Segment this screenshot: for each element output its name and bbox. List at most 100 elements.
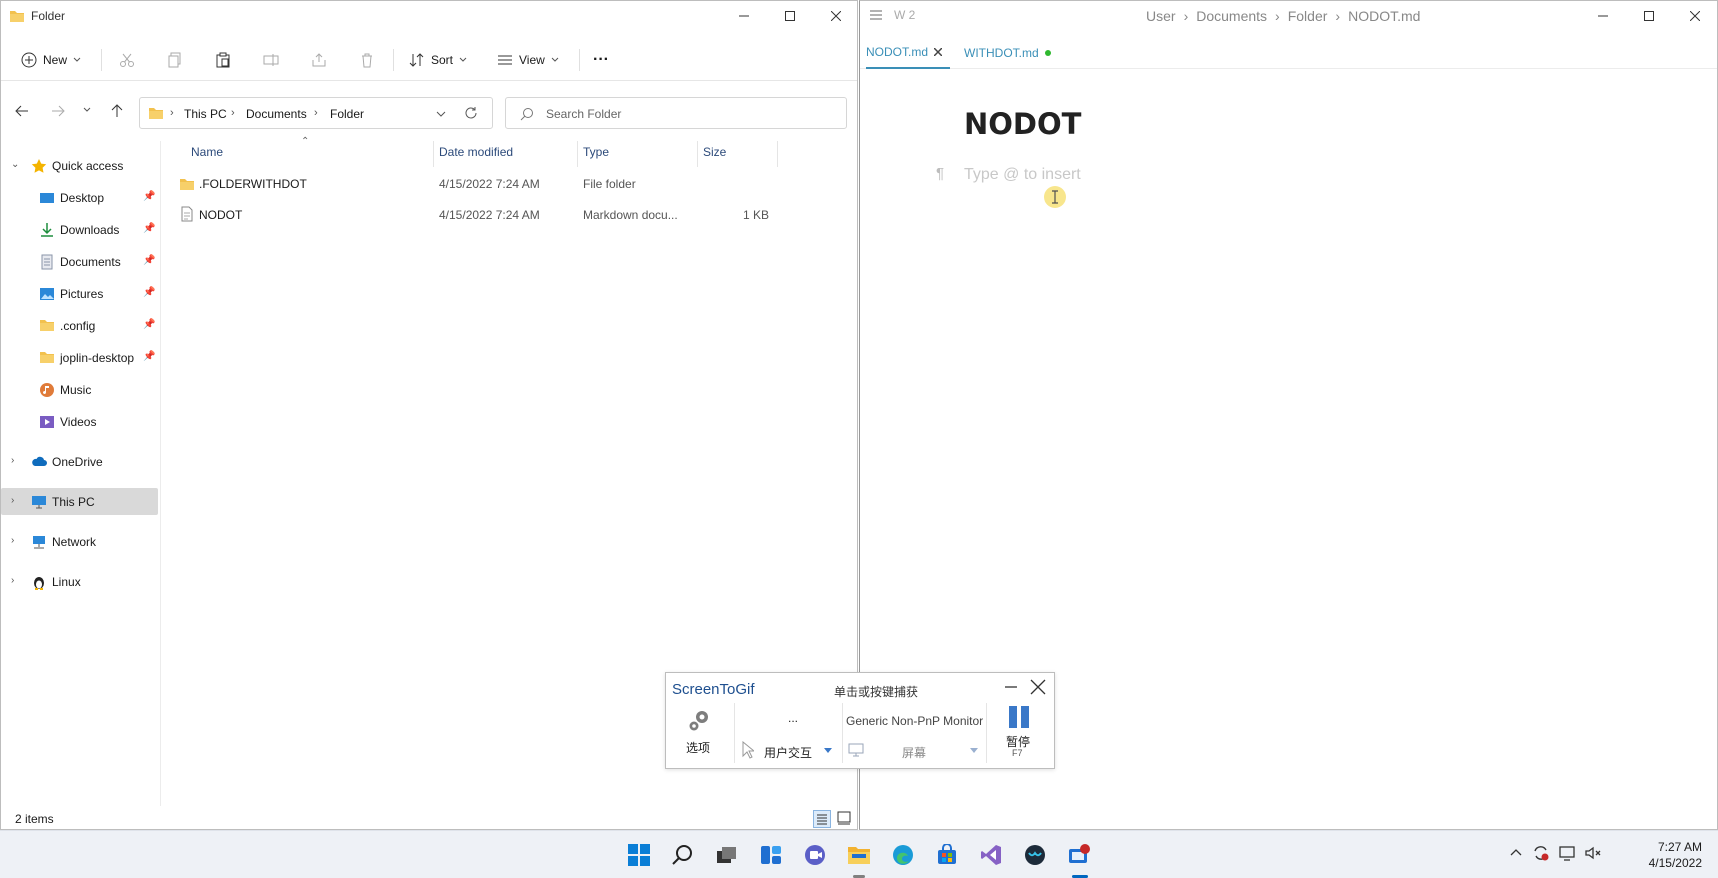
chevron-right-icon[interactable]: › xyxy=(11,495,14,506)
nav-network[interactable]: › Network xyxy=(1,528,158,555)
visual-studio-button[interactable] xyxy=(975,839,1007,871)
nav-documents[interactable]: Documents 📌 xyxy=(1,248,158,275)
breadcrumb-separator: › xyxy=(1183,8,1189,24)
chevron-down-icon[interactable]: ⌄ xyxy=(11,159,19,170)
column-header-type[interactable]: Type xyxy=(583,145,609,159)
paste-button[interactable] xyxy=(215,47,231,73)
table-row[interactable]: .FOLDERWITHDOT 4/15/2022 7:24 AM File fo… xyxy=(171,169,791,199)
close-button[interactable] xyxy=(1672,1,1718,31)
capture-mode-select[interactable]: 用户交互 xyxy=(764,744,812,761)
nav-videos[interactable]: Videos xyxy=(1,408,158,435)
file-name: NODOT xyxy=(199,208,243,222)
breadcrumb-item[interactable]: NODOT.md xyxy=(1348,8,1420,24)
close-tab-icon[interactable] xyxy=(934,48,943,56)
search-input[interactable]: Search Folder xyxy=(546,107,621,121)
file-explorer-taskbar-button[interactable] xyxy=(843,839,875,871)
chevron-down-icon[interactable] xyxy=(970,748,978,754)
pause-button[interactable]: 暂停 F7 xyxy=(998,705,1040,765)
column-header-size[interactable]: Size xyxy=(703,145,726,159)
arrow-up-icon xyxy=(111,104,123,117)
table-row[interactable]: NODOT 4/15/2022 7:24 AM Markdown docu...… xyxy=(171,200,791,230)
chevron-right-icon[interactable]: › xyxy=(11,575,14,586)
volume-muted-icon[interactable] xyxy=(1584,844,1602,862)
refresh-button[interactable] xyxy=(464,106,478,120)
taskbar-clock[interactable]: 7:27 AM 4/15/2022 xyxy=(1610,839,1702,871)
copy-button[interactable] xyxy=(167,47,183,73)
breadcrumb-folder[interactable]: Folder xyxy=(330,107,364,121)
more-options-button[interactable]: ··· xyxy=(593,47,609,73)
up-button[interactable] xyxy=(111,104,123,118)
nav-pictures[interactable]: Pictures 📌 xyxy=(1,280,158,307)
minimize-button[interactable] xyxy=(1004,680,1018,694)
details-view-button[interactable] xyxy=(813,810,831,828)
share-button[interactable] xyxy=(311,47,327,73)
file-date: 4/15/2022 7:24 AM xyxy=(439,208,540,222)
breadcrumb-item[interactable]: Folder xyxy=(1288,8,1328,24)
breadcrumb-item[interactable]: Documents xyxy=(1196,8,1267,24)
breadcrumb-item[interactable]: User xyxy=(1146,8,1176,24)
hamburger-menu-icon[interactable] xyxy=(870,10,882,20)
chevron-right-icon[interactable]: › xyxy=(11,535,14,546)
nav-config[interactable]: .config 📌 xyxy=(1,312,158,339)
markdown-app-button[interactable] xyxy=(1019,839,1051,871)
maximize-button[interactable] xyxy=(767,1,813,31)
start-button[interactable] xyxy=(623,839,655,871)
address-dropdown-button[interactable] xyxy=(436,111,446,117)
nav-this-pc[interactable]: › This PC xyxy=(1,488,158,515)
workspace-label[interactable]: W 2 xyxy=(894,8,915,22)
view-button[interactable]: View xyxy=(497,47,559,73)
minimize-button[interactable] xyxy=(721,1,767,31)
nav-quick-access[interactable]: ⌄ Quick access xyxy=(1,152,158,179)
nav-linux[interactable]: › Linux xyxy=(1,568,158,595)
store-button[interactable] xyxy=(931,839,963,871)
nav-downloads[interactable]: Downloads 📌 xyxy=(1,216,158,243)
back-button[interactable] xyxy=(15,105,29,117)
chevron-down-icon[interactable] xyxy=(824,748,832,754)
forward-button[interactable] xyxy=(51,105,65,117)
task-view-button[interactable] xyxy=(711,839,743,871)
delete-button[interactable] xyxy=(359,47,375,73)
explorer-titlebar[interactable]: Folder xyxy=(1,1,857,31)
new-button[interactable]: New xyxy=(21,47,81,73)
options-button[interactable]: 选项 xyxy=(680,707,724,761)
rename-button[interactable] xyxy=(263,47,279,73)
display-icon[interactable] xyxy=(1558,844,1576,862)
column-header-name[interactable]: Name xyxy=(191,145,223,159)
breadcrumb-this-pc[interactable]: This PC xyxy=(184,107,227,121)
sort-button[interactable]: Sort xyxy=(409,47,467,73)
tab-nodot[interactable]: NODOT.md xyxy=(866,37,951,69)
document-heading[interactable]: NODOT xyxy=(964,107,1081,141)
nav-music[interactable]: Music xyxy=(1,376,158,403)
paragraph-icon[interactable]: ¶ xyxy=(936,165,944,182)
maximize-button[interactable] xyxy=(1626,1,1672,31)
editor-tab-bar: NODOT.md WITHDOT.md xyxy=(860,37,1717,69)
cut-button[interactable] xyxy=(119,47,135,73)
close-button[interactable] xyxy=(1030,679,1046,695)
screen-select[interactable]: 屏幕 xyxy=(902,744,926,761)
teams-chat-button[interactable] xyxy=(799,839,831,871)
address-bar[interactable]: › This PC › Documents › Folder xyxy=(139,97,493,129)
column-header-date[interactable]: Date modified xyxy=(439,145,513,159)
screentogif-taskbar-button[interactable] xyxy=(1063,839,1095,871)
nav-desktop[interactable]: Desktop 📌 xyxy=(1,184,158,211)
close-button[interactable] xyxy=(813,1,859,31)
breadcrumb-documents[interactable]: Documents xyxy=(246,107,307,121)
edge-button[interactable] xyxy=(887,839,919,871)
widgets-button[interactable] xyxy=(755,839,787,871)
chevron-right-icon[interactable]: › xyxy=(11,455,14,466)
window-title: Folder xyxy=(31,9,66,23)
minimize-button[interactable] xyxy=(1580,1,1626,31)
editor-titlebar[interactable]: W 2 User › Documents › Folder › NODOT.md xyxy=(860,1,1717,31)
search-button[interactable] xyxy=(667,839,699,871)
search-box[interactable]: Search Folder xyxy=(505,97,847,129)
tiles-view-button[interactable] xyxy=(837,811,851,825)
recent-locations-button[interactable] xyxy=(83,107,91,113)
documents-icon xyxy=(39,254,55,270)
sync-status-icon[interactable] xyxy=(1532,844,1550,862)
show-hidden-icons-button[interactable] xyxy=(1510,848,1522,856)
nav-joplin-desktop[interactable]: joplin-desktop 📌 xyxy=(1,344,158,371)
tab-withdot[interactable]: WITHDOT.md xyxy=(964,37,1051,69)
nav-onedrive[interactable]: › OneDrive xyxy=(1,448,158,475)
editor-input[interactable]: Type @ to insert xyxy=(964,166,1081,184)
clock-time: 7:27 AM xyxy=(1657,840,1702,854)
